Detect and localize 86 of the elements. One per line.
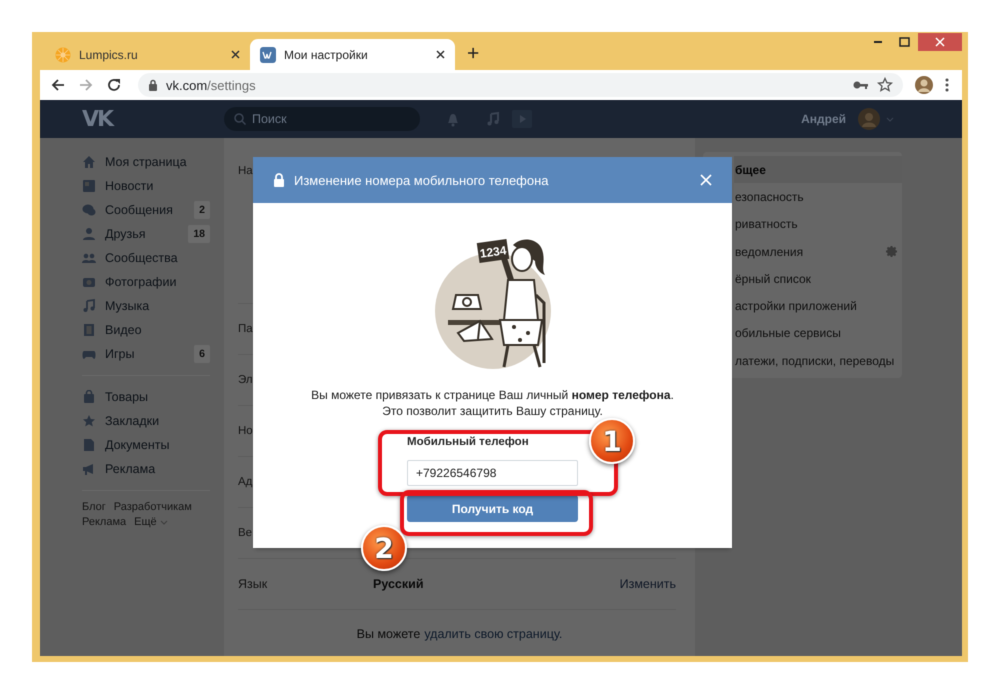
setting-label: Па	[238, 323, 254, 335]
tab-title: Lumpics.ru	[79, 48, 139, 62]
close-icon[interactable]	[231, 50, 240, 59]
shopping-bag-icon	[82, 390, 96, 404]
address-bar[interactable]: vk.com/settings	[138, 73, 903, 97]
flower-icon	[55, 46, 71, 62]
sidebar-item[interactable]: Фотографии	[82, 270, 224, 294]
settings-menu-item[interactable]: ведомления	[734, 238, 902, 266]
sidebar-item[interactable]: Музыка	[82, 294, 224, 318]
star-icon	[82, 414, 96, 428]
sidebar-item[interactable]: Документы	[82, 433, 224, 457]
search-field[interactable]: Поиск	[224, 107, 420, 131]
back-arrow-icon[interactable]	[50, 77, 66, 93]
lock-icon	[148, 79, 158, 91]
settings-menu-item[interactable]: ёрный список	[734, 265, 902, 292]
settings-menu-item[interactable]: риватность	[734, 210, 902, 238]
star-icon[interactable]	[877, 77, 893, 93]
minimize-icon	[874, 41, 882, 43]
settings-menu-item[interactable]: астройки приложений	[734, 292, 902, 320]
vk-logo[interactable]: VK	[82, 106, 224, 132]
count-badge: 18	[188, 225, 210, 243]
step-number-badge: 1	[589, 418, 635, 464]
newspaper-icon	[82, 179, 96, 193]
field-label: Мобильный телефон	[407, 436, 530, 448]
music-note-icon	[82, 299, 96, 313]
setting-label: Язык	[238, 577, 268, 591]
footer-link[interactable]: Ещё	[134, 516, 168, 528]
browser-tab[interactable]: Lumpics.ru	[45, 39, 250, 70]
sidebar-item[interactable]: Реклама	[82, 457, 224, 481]
settings-menu-item[interactable]: езопасность	[734, 183, 902, 211]
footer-link[interactable]: Разработчикам	[114, 501, 192, 513]
description-text: Это позволит защитить Вашу страницу.	[382, 403, 603, 419]
sidebar-item[interactable]: Видео	[82, 318, 224, 342]
sidebar-item[interactable]: Сообщения 2	[82, 198, 224, 222]
phone-input[interactable]: +79226546798	[407, 460, 578, 486]
search-placeholder: Поиск	[252, 112, 287, 126]
setting-label: Ад	[238, 476, 254, 488]
sidebar-item[interactable]: Моя страница	[82, 150, 224, 174]
get-code-button[interactable]: Получить код	[407, 495, 578, 522]
chevron-down-icon	[160, 520, 168, 525]
reload-icon[interactable]	[106, 77, 122, 93]
sidebar-item[interactable]: Друзья 18	[82, 222, 224, 246]
setting-label: Ве	[238, 527, 254, 539]
sign-number: 1234	[478, 243, 507, 261]
description-text: Вы можете привязать к странице Ваш личный номер телефона.	[311, 387, 674, 403]
settings-menu-item[interactable]: обильные сервисы	[734, 320, 902, 348]
sidebar-item[interactable]: Закладки	[82, 409, 224, 433]
footer-text: Вы можете	[356, 626, 420, 640]
footer-link[interactable]: Блог	[82, 501, 106, 513]
delete-page-link[interactable]: удалить свою страницу.	[424, 626, 562, 640]
megaphone-icon	[82, 462, 96, 476]
new-tab-button[interactable]: +	[463, 43, 484, 65]
document-icon	[82, 438, 96, 452]
search-icon	[234, 113, 246, 125]
sidebar-item[interactable]: Сообщества	[82, 246, 224, 270]
settings-menu-item[interactable]: бщее	[734, 156, 902, 184]
maximize-icon	[899, 37, 910, 47]
browser-tab[interactable]: Мои настройки	[250, 39, 455, 70]
close-icon[interactable]	[436, 50, 445, 59]
settings-menu-item[interactable]: латежи, подписки, переводы	[734, 347, 902, 374]
setting-label: Но	[238, 425, 254, 437]
lock-icon	[273, 173, 285, 187]
setting-label: На	[238, 165, 254, 177]
people-icon	[82, 251, 96, 265]
sidebar-item[interactable]: Новости	[82, 174, 224, 198]
camera-icon	[82, 275, 96, 289]
window-close-button[interactable]	[918, 33, 962, 51]
change-link[interactable]: Изменить	[620, 577, 676, 591]
count-badge: 2	[194, 201, 210, 219]
avatar-icon[interactable]	[915, 76, 933, 94]
more-menu-icon[interactable]	[945, 78, 949, 92]
setting-value: Русский	[373, 577, 425, 591]
url-text: vk.com/settings	[166, 78, 256, 92]
footer-link[interactable]: Реклама	[82, 516, 126, 528]
home-icon	[82, 155, 96, 169]
key-icon[interactable]	[853, 80, 869, 90]
dialog-title: Изменение номера мобильного телефона	[294, 172, 550, 188]
person-icon	[82, 227, 96, 241]
setting-label: Эл	[238, 374, 254, 386]
sidebar-item[interactable]: Товары	[82, 385, 224, 409]
tab-title: Мои настройки	[284, 48, 369, 62]
chat-bubbles-icon	[82, 203, 96, 217]
close-icon	[935, 37, 945, 47]
count-badge: 6	[194, 345, 210, 363]
user-name[interactable]: Андрей	[801, 112, 846, 126]
sidebar-item[interactable]: Игры 6	[82, 342, 224, 366]
